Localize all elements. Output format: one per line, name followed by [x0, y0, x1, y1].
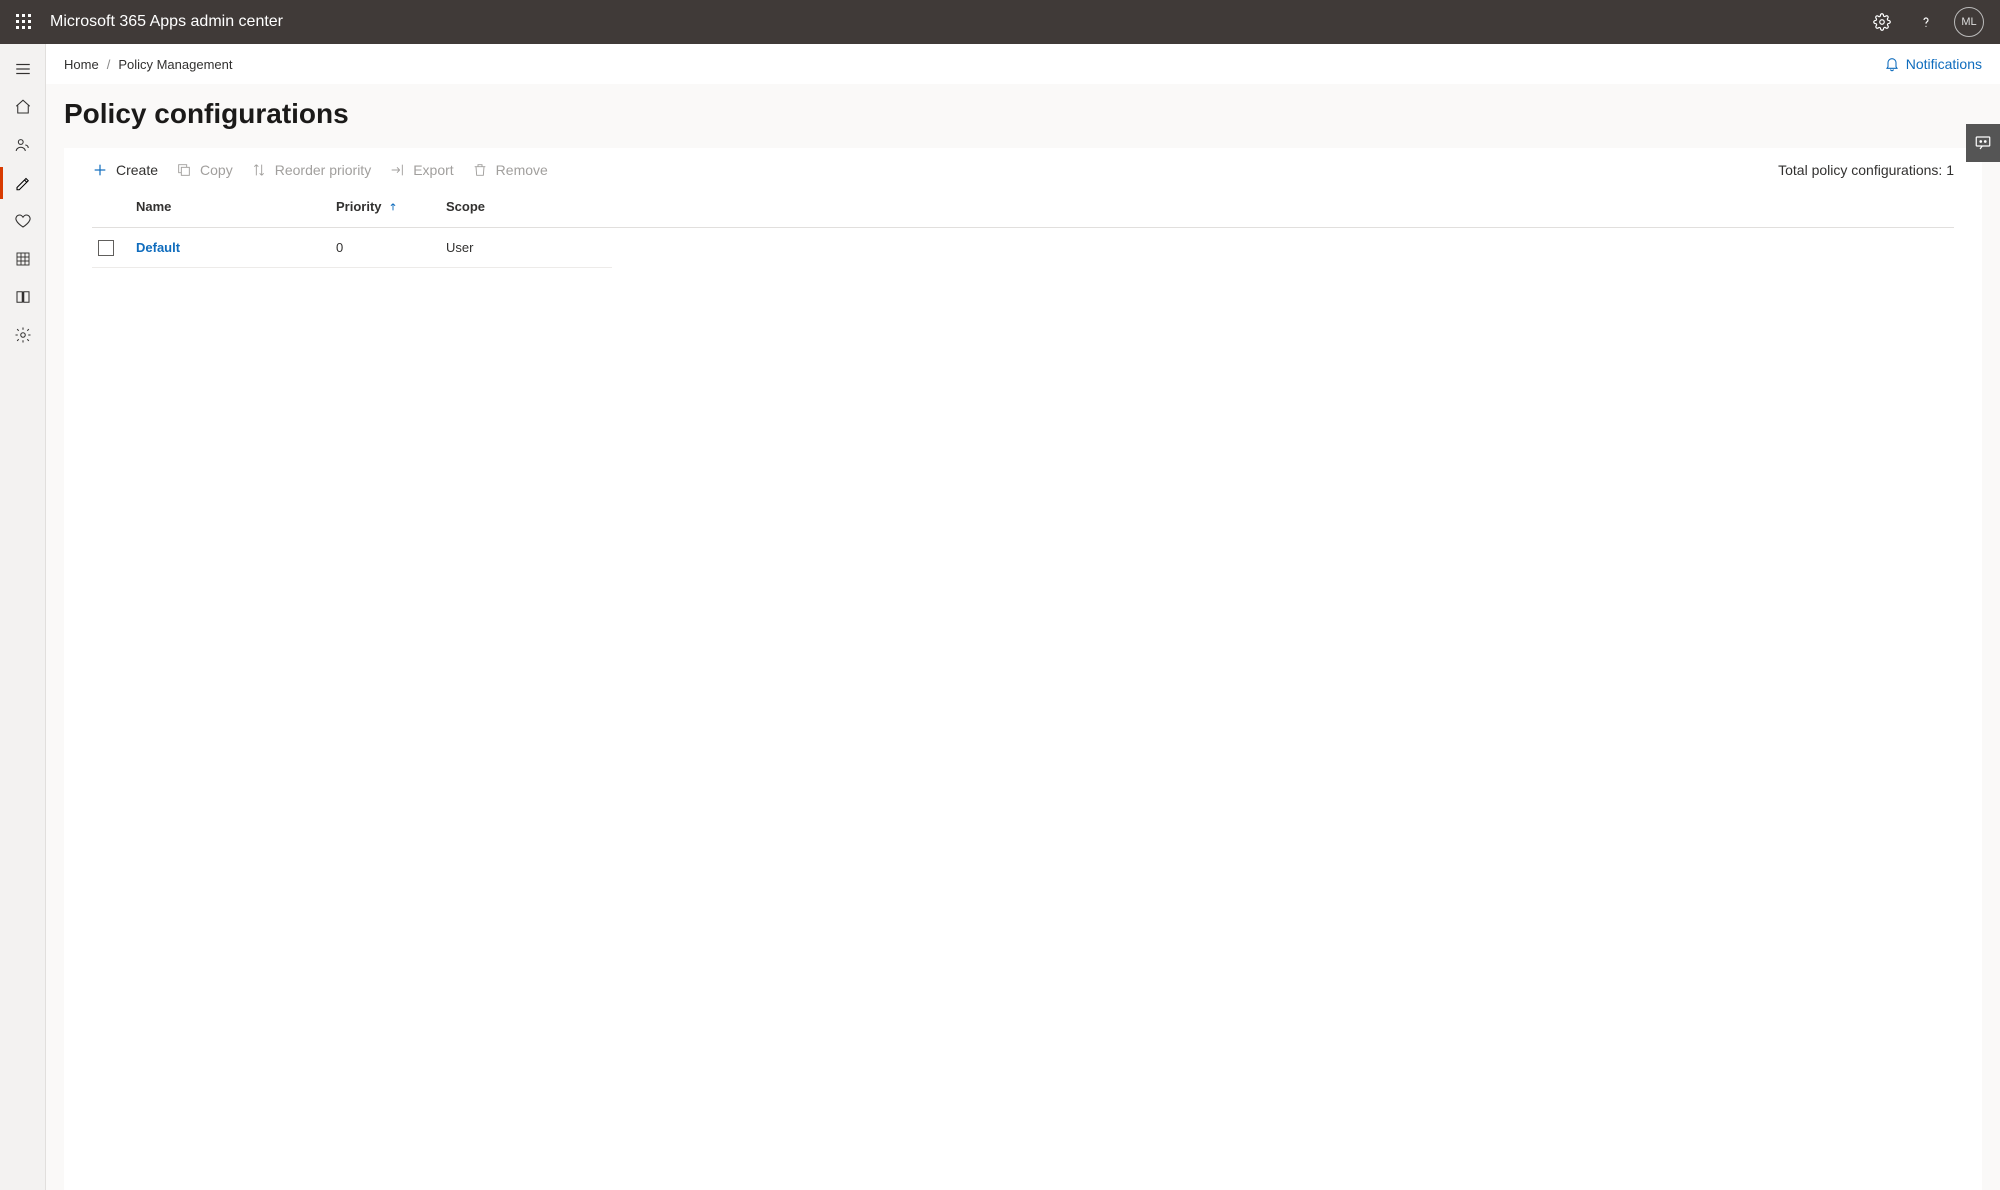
feedback-button[interactable] — [1966, 124, 2000, 162]
copy-label: Copy — [200, 162, 233, 178]
plus-icon — [92, 162, 108, 178]
create-button[interactable]: Create — [92, 162, 158, 178]
create-label: Create — [116, 162, 158, 178]
nav-toggle-button[interactable] — [0, 50, 46, 88]
app-title: Microsoft 365 Apps admin center — [50, 13, 283, 31]
policy-card: Create Copy Reorder priority — [64, 148, 1982, 1190]
column-header-priority[interactable]: Priority — [336, 199, 446, 214]
nav-item-learn[interactable] — [0, 278, 46, 316]
breadcrumb-separator: / — [107, 57, 111, 72]
total-label: Total policy configurations: — [1778, 162, 1942, 178]
side-nav — [0, 44, 46, 1190]
table-header-row: Name Priority Scope — [92, 186, 1954, 228]
content-area: Home / Policy Management Notifications P… — [46, 44, 2000, 1190]
export-button[interactable]: Export — [389, 162, 453, 178]
subheader: Home / Policy Management Notifications — [46, 44, 2000, 84]
reorder-label: Reorder priority — [275, 162, 371, 178]
gear-icon — [14, 326, 32, 344]
reorder-icon — [251, 162, 267, 178]
user-avatar[interactable]: ML — [1954, 7, 1984, 37]
people-icon — [14, 136, 32, 154]
nav-item-health[interactable] — [0, 202, 46, 240]
help-button[interactable] — [1904, 0, 1948, 44]
column-header-name[interactable]: Name — [136, 199, 336, 214]
row-scope: User — [446, 240, 612, 255]
feedback-icon — [1974, 134, 1992, 152]
nav-item-settings[interactable] — [0, 316, 46, 354]
row-checkbox[interactable] — [98, 240, 114, 256]
reorder-button[interactable]: Reorder priority — [251, 162, 371, 178]
page-title: Policy configurations — [46, 84, 2000, 148]
command-bar: Create Copy Reorder priority — [64, 148, 1982, 186]
question-icon — [1918, 14, 1934, 30]
export-label: Export — [413, 162, 453, 178]
sort-ascending-icon — [388, 201, 398, 213]
breadcrumb-current: Policy Management — [118, 57, 232, 72]
home-icon — [14, 98, 32, 116]
policy-name-link[interactable]: Default — [136, 240, 180, 255]
app-launcher-button[interactable] — [0, 0, 48, 44]
topbar: Microsoft 365 Apps admin center ML — [0, 0, 2000, 44]
breadcrumb-home[interactable]: Home — [64, 57, 99, 72]
user-initials: ML — [1961, 16, 1976, 28]
row-priority: 0 — [336, 240, 446, 255]
copy-icon — [176, 162, 192, 178]
nav-item-home[interactable] — [0, 88, 46, 126]
nav-item-servicing[interactable] — [0, 126, 46, 164]
hamburger-icon — [14, 60, 32, 78]
copy-button[interactable]: Copy — [176, 162, 233, 178]
column-header-scope[interactable]: Scope — [446, 199, 1954, 214]
table-row: Default 0 User — [92, 228, 612, 268]
total-configurations: Total policy configurations: 1 — [1778, 162, 1954, 178]
policy-table: Name Priority Scope Default 0 User — [64, 186, 1982, 268]
delete-icon — [472, 162, 488, 178]
customization-icon — [14, 174, 32, 192]
grid-icon — [15, 251, 31, 267]
nav-item-customization[interactable] — [0, 164, 46, 202]
nav-item-inventory[interactable] — [0, 240, 46, 278]
remove-button[interactable]: Remove — [472, 162, 548, 178]
gear-icon — [1873, 13, 1891, 31]
settings-button[interactable] — [1860, 0, 1904, 44]
bell-icon — [1884, 56, 1900, 72]
notifications-label: Notifications — [1906, 56, 1982, 72]
total-count-value: 1 — [1946, 162, 1954, 178]
book-icon — [14, 288, 32, 306]
remove-label: Remove — [496, 162, 548, 178]
export-icon — [389, 162, 405, 178]
waffle-icon — [16, 14, 32, 30]
heart-icon — [14, 212, 32, 230]
notifications-button[interactable]: Notifications — [1884, 56, 1982, 72]
